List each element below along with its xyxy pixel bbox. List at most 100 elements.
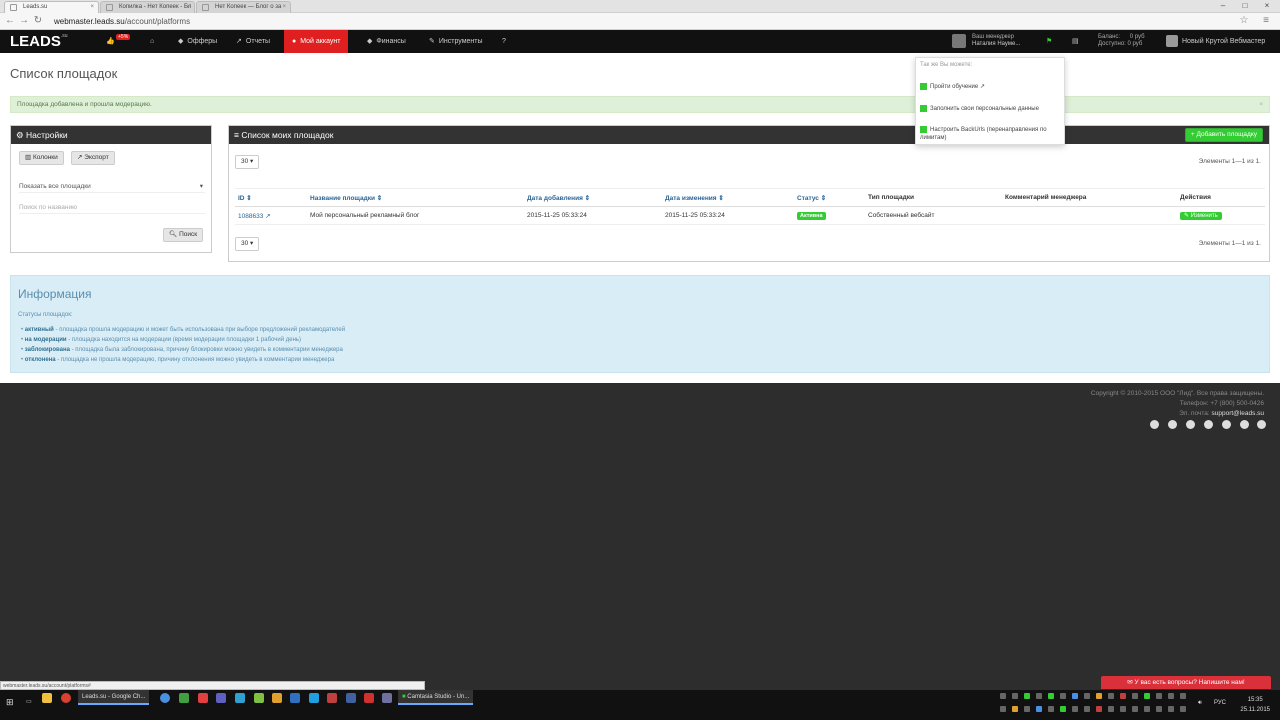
tray-icon[interactable] (1000, 706, 1006, 712)
tray-icon[interactable] (1012, 706, 1018, 712)
app-icon[interactable] (327, 693, 337, 703)
tray-icon[interactable] (1144, 693, 1150, 699)
page-size-select-bottom[interactable]: 30 ▾ (235, 237, 260, 251)
reload-icon[interactable]: ↻ (32, 15, 44, 27)
dropdown-item-training[interactable]: Пройти обучение ↗ (920, 83, 1060, 91)
tray-icon[interactable] (1036, 693, 1042, 699)
tray-icon[interactable] (1024, 693, 1030, 699)
tray-icon[interactable] (1156, 706, 1162, 712)
maximize-icon[interactable]: □ (1238, 0, 1252, 12)
promo-thumbs-icon[interactable]: 👍 (106, 30, 115, 53)
menu-icon[interactable]: ≡ (1260, 15, 1272, 27)
forward-icon[interactable]: → (18, 15, 30, 27)
vk-icon[interactable] (1204, 420, 1213, 429)
tray-icon[interactable] (1036, 706, 1042, 712)
wallet-icon[interactable]: ▤ (1072, 30, 1079, 53)
odnoklassniki-icon[interactable] (1240, 420, 1249, 429)
col-added[interactable]: Дата добавления ⇕ (524, 188, 662, 207)
app-icon[interactable] (364, 693, 374, 703)
tray-icon[interactable] (1048, 706, 1054, 712)
page-size-select-top[interactable]: 30 ▾ (235, 155, 260, 169)
tray-icon[interactable] (1132, 693, 1138, 699)
chat-button[interactable]: ✉ У вас есть вопросы? Напишите нам! (1101, 676, 1271, 689)
tray-icon[interactable] (1096, 693, 1102, 699)
search-input[interactable]: Поиск по названию (19, 201, 205, 214)
app-icon[interactable] (346, 693, 356, 703)
app-icon[interactable] (235, 693, 245, 703)
col-status[interactable]: Статус ⇕ (794, 188, 865, 207)
add-platform-button[interactable]: + Добавить площадку (1184, 128, 1263, 142)
dropdown-item-personal-data[interactable]: Заполнить свои персональные данные (920, 105, 1060, 113)
close-alert-icon[interactable]: × (1259, 97, 1263, 112)
volume-icon[interactable]: 🔊︎ (1198, 696, 1202, 711)
tray-icon[interactable] (1072, 706, 1078, 712)
tray-icon[interactable] (1060, 706, 1066, 712)
instagram-icon[interactable] (1222, 420, 1231, 429)
tray-icon[interactable] (1084, 706, 1090, 712)
email-link[interactable]: support@leads.su (1212, 410, 1265, 417)
tray-icon[interactable] (1012, 693, 1018, 699)
tray-icon[interactable] (1120, 693, 1126, 699)
back-icon[interactable]: ← (4, 15, 16, 27)
taskbar-camtasia-window[interactable]: ■ Camtasia Studio - Un... (398, 690, 474, 705)
tray-icon[interactable] (1048, 693, 1054, 699)
app-icon[interactable] (198, 693, 208, 703)
tray-icon[interactable] (1132, 706, 1138, 712)
system-clock[interactable]: 15:35 25.11.2015 (1240, 695, 1270, 715)
app-icon[interactable] (382, 693, 392, 703)
browser-tab-leads[interactable]: Leads.su × (4, 1, 99, 13)
app-icon[interactable] (254, 693, 264, 703)
nav-offers[interactable]: ◆ Офферы (178, 30, 217, 53)
tray-icon[interactable] (1168, 706, 1174, 712)
browser-tab-blog[interactable]: Нет Копеек — Блог о за × (196, 1, 291, 13)
app-icon[interactable] (309, 693, 319, 703)
close-tab-icon[interactable]: × (282, 2, 286, 12)
platform-id-link[interactable]: 1088633 (238, 213, 263, 220)
youtube-icon[interactable] (1168, 420, 1177, 429)
manager-info[interactable]: Ваш менеджер Наталия Науме... (972, 34, 1020, 48)
tray-icon[interactable] (1180, 693, 1186, 699)
nav-reports[interactable]: ↗ Отчеты (236, 30, 270, 53)
minimize-icon[interactable]: – (1216, 0, 1230, 12)
tray-icon[interactable] (1096, 706, 1102, 712)
windows-start-icon[interactable]: ⊞ (6, 695, 14, 710)
twitter-icon[interactable] (1186, 420, 1195, 429)
tray-icon[interactable] (1108, 693, 1114, 699)
tray-icon[interactable] (1000, 693, 1006, 699)
taskbar-chrome-window[interactable]: Leads.su - Google Ch... (78, 690, 150, 705)
close-tab-icon[interactable]: × (186, 2, 190, 12)
edit-platform-button[interactable]: ✎ Изменить (1180, 212, 1222, 220)
url-input[interactable]: webmaster.leads.su/account/platforms (54, 15, 1240, 28)
tray-icon[interactable] (1180, 706, 1186, 712)
close-tab-icon[interactable]: × (90, 2, 94, 12)
skype-icon[interactable] (1257, 420, 1266, 429)
app-icon[interactable] (290, 693, 300, 703)
language-indicator[interactable]: РУС (1214, 696, 1226, 711)
tray-icon[interactable] (1072, 693, 1078, 699)
tray-icon[interactable] (1024, 706, 1030, 712)
browser-app-icon[interactable] (160, 693, 170, 703)
tray-icon[interactable] (1168, 693, 1174, 699)
tray-icon[interactable] (1144, 706, 1150, 712)
platform-filter-select[interactable]: Показать все площадки ▾ (19, 180, 205, 193)
browser-tab-kopilka[interactable]: Копилка - Нет Копеек - Бл × (100, 1, 195, 13)
chrome-icon[interactable] (61, 693, 71, 703)
facebook-icon[interactable] (1150, 420, 1159, 429)
col-id[interactable]: ID ⇕ (235, 188, 307, 207)
app-icon[interactable] (272, 693, 282, 703)
tray-icon[interactable] (1060, 693, 1066, 699)
help-icon[interactable]: ? (502, 30, 506, 53)
nav-tools[interactable]: ✎ Инструменты (429, 30, 483, 53)
star-icon[interactable]: ☆ (1238, 15, 1250, 27)
tray-icon[interactable] (1108, 706, 1114, 712)
tray-icon[interactable] (1084, 693, 1090, 699)
home-icon[interactable]: ⌂ (150, 30, 154, 53)
col-changed[interactable]: Дата изменения ⇕ (662, 188, 794, 207)
file-explorer-icon[interactable] (42, 693, 52, 703)
columns-button[interactable]: ▥ Колонки (19, 151, 64, 165)
col-name[interactable]: Название площадки ⇕ (307, 188, 524, 207)
export-button[interactable]: ↗ Экспорт (71, 151, 115, 165)
window-close-icon[interactable]: × (1260, 0, 1274, 12)
nav-finance[interactable]: ◆ Финансы (367, 30, 406, 53)
dropdown-item-backurls[interactable]: Настроить BackUrls (перенаправления по л… (920, 126, 1060, 142)
